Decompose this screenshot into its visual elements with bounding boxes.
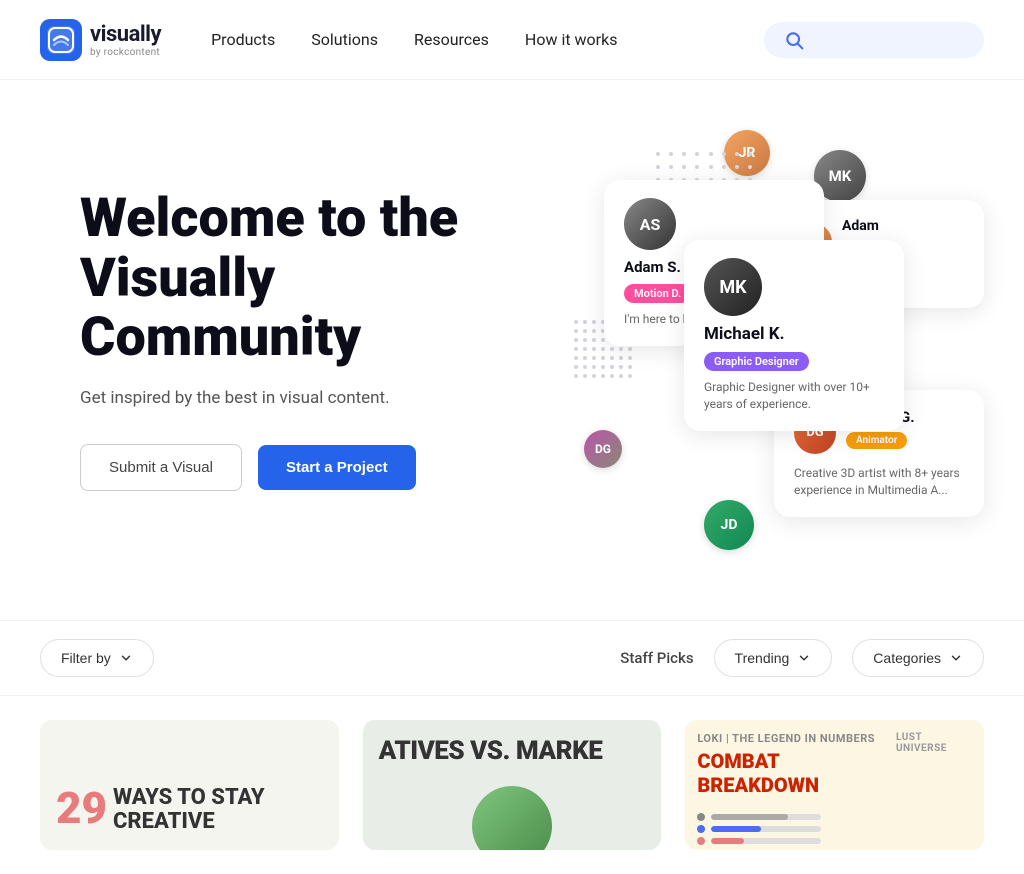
profile-card-michael: MK Michael K. Graphic Designer Graphic D… bbox=[684, 240, 904, 431]
hero-left: Welcome to the Visually Community Get in… bbox=[80, 189, 524, 490]
badge-michael: Graphic Designer bbox=[704, 352, 809, 371]
card-3-brand: LUST UNIVERSE bbox=[896, 732, 972, 754]
desc-daniela: Creative 3D artist with 8+ years experie… bbox=[794, 465, 964, 499]
desc-michael: Graphic Designer with over 10+ years of … bbox=[704, 379, 884, 413]
hero-title: Welcome to the Visually Community bbox=[80, 189, 524, 367]
profile-scene: JR MK for(let i=0;i<64;i++) document.wri… bbox=[524, 120, 984, 560]
card-2-visual bbox=[363, 782, 662, 850]
avatar-michael: MK bbox=[704, 258, 762, 316]
main-nav: Products Solutions Resources How it work… bbox=[211, 30, 764, 49]
hero-buttons: Submit a Visual Start a Project bbox=[80, 444, 524, 491]
profile-name-michael: Michael K. bbox=[704, 324, 884, 344]
logo-name: visually bbox=[90, 22, 161, 47]
start-project-button[interactable]: Start a Project bbox=[258, 445, 416, 490]
logo-icon bbox=[40, 19, 82, 61]
card-text: WAYS TO STAY CREATIVE bbox=[113, 786, 323, 834]
avatar-bottom: JD bbox=[704, 500, 754, 550]
logo[interactable]: visually by rockcontent bbox=[40, 19, 161, 61]
submit-visual-button[interactable]: Submit a Visual bbox=[80, 444, 242, 491]
search-bar[interactable] bbox=[764, 22, 984, 58]
card-3-eyebrow: LOKI | THE LEGEND IN NUMBERS bbox=[697, 732, 896, 745]
profile-name-right-adam: Adam bbox=[842, 218, 894, 234]
nav-products[interactable]: Products bbox=[211, 30, 275, 49]
content-cards: 29 WAYS TO STAY CREATIVE ATIVES VS. MARK… bbox=[0, 696, 1024, 874]
badge-daniela: Animator bbox=[846, 432, 907, 449]
hero-subtitle: Get inspired by the best in visual conte… bbox=[80, 388, 524, 408]
toolbar: Filter by Staff Picks Trending Categorie… bbox=[0, 620, 1024, 696]
card-3-title: COMBAT BREAKDOWN bbox=[697, 749, 896, 797]
card-1-content: 29 WAYS TO STAY CREATIVE bbox=[56, 782, 323, 834]
trending-chevron-icon bbox=[797, 651, 811, 665]
card-3-bars bbox=[697, 813, 972, 845]
nav-solutions[interactable]: Solutions bbox=[311, 30, 378, 49]
content-card-1[interactable]: 29 WAYS TO STAY CREATIVE bbox=[40, 720, 339, 850]
search-icon bbox=[784, 30, 804, 50]
content-card-2[interactable]: ATIVES VS. MARKE bbox=[363, 720, 662, 850]
categories-chevron-icon bbox=[949, 651, 963, 665]
card-2-text: ATIVES VS. MARKE bbox=[363, 720, 662, 782]
card-number: 29 bbox=[56, 782, 107, 834]
filter-chevron-icon bbox=[119, 651, 133, 665]
avatar-adam: AS bbox=[624, 198, 676, 250]
filter-by-button[interactable]: Filter by bbox=[40, 639, 154, 677]
header: visually by rockcontent Products Solutio… bbox=[0, 0, 1024, 80]
trending-button[interactable]: Trending bbox=[714, 639, 833, 677]
hero-right: JR MK for(let i=0;i<64;i++) document.wri… bbox=[524, 120, 984, 560]
nav-how-it-works[interactable]: How it works bbox=[525, 30, 618, 49]
logo-sub: by rockcontent bbox=[90, 47, 161, 58]
badge-adam: Motion D. bbox=[624, 284, 691, 303]
avatar-small-bl: DG bbox=[584, 430, 622, 468]
staff-picks-label[interactable]: Staff Picks bbox=[620, 649, 693, 667]
nav-resources[interactable]: Resources bbox=[414, 30, 489, 49]
content-card-3[interactable]: LOKI | THE LEGEND IN NUMBERS COMBAT BREA… bbox=[685, 720, 984, 850]
categories-button[interactable]: Categories bbox=[852, 639, 984, 677]
hero-section: Welcome to the Visually Community Get in… bbox=[0, 80, 1024, 620]
